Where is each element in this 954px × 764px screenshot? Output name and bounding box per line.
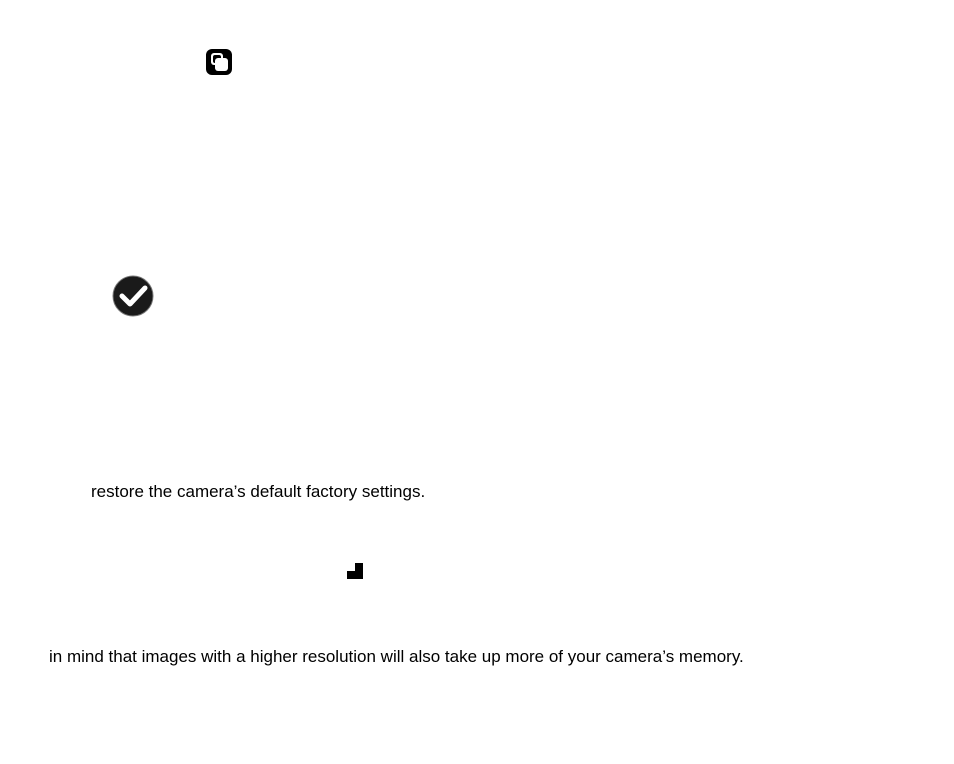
copy-icon: [206, 49, 232, 75]
stairs-icon: [339, 555, 363, 579]
memory-note-text: in mind that images with a higher resolu…: [49, 647, 744, 667]
checkmark-circle-icon: [112, 275, 154, 317]
restore-settings-text: restore the camera’s default factory set…: [91, 482, 425, 502]
